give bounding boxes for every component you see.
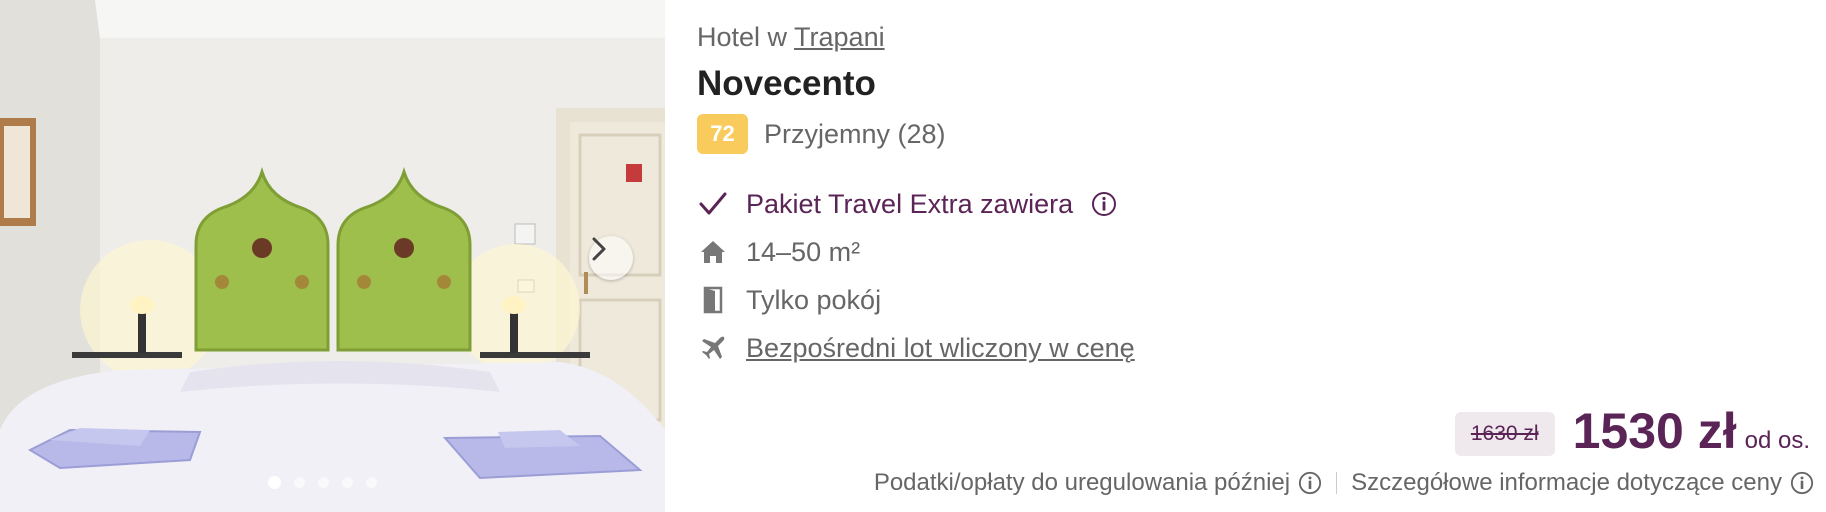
feature-room-size: 14–50 m² <box>697 228 1135 276</box>
pagination-dot[interactable] <box>268 476 281 489</box>
old-price: 1630 zł <box>1454 412 1555 456</box>
pagination-dot[interactable] <box>366 477 377 488</box>
price-per-person: od os. <box>1744 427 1810 454</box>
feature-room-only: Tylko pokój <box>697 276 1135 324</box>
hotel-photo[interactable] <box>0 0 665 512</box>
hotel-info: Hotel w Trapani Novecento 72 Przyjemny (… <box>697 0 1826 512</box>
flight-included-link[interactable]: Bezpośredni lot wliczony w cenę <box>746 333 1135 364</box>
rating-score-badge: 72 <box>697 114 748 154</box>
feature-room-size-label: 14–50 m² <box>746 236 861 267</box>
hotel-location: Hotel w Trapani <box>697 22 885 53</box>
chevron-right-icon <box>592 237 606 261</box>
price-row: 1630 zł 1530 zł od os. <box>1454 402 1810 464</box>
taxes-info-icon[interactable] <box>1298 471 1322 495</box>
rating: 72 Przyjemny (28) <box>697 114 946 154</box>
feature-flight: Bezpośredni lot wliczony w cenę <box>697 324 1135 372</box>
room-image <box>0 0 665 512</box>
current-price: 1530 zł <box>1572 403 1737 459</box>
price-details-info-icon[interactable] <box>1790 471 1814 495</box>
photo-pagination <box>268 476 377 489</box>
plane-icon <box>697 332 729 364</box>
divider <box>1336 472 1338 494</box>
taxes-note: Podatki/opłaty do uregulowania później <box>873 469 1291 496</box>
pagination-dot[interactable] <box>318 477 329 488</box>
feature-travel-extra-label: Pakiet Travel Extra zawiera <box>746 188 1074 219</box>
feature-travel-extra: Pakiet Travel Extra zawiera <box>697 180 1135 228</box>
location-prefix: Hotel w <box>697 22 788 52</box>
city-link[interactable]: Trapani <box>794 22 885 52</box>
price-details-link[interactable]: Szczegółowe informacje dotyczące ceny <box>1351 469 1782 497</box>
feature-list: Pakiet Travel Extra zawiera 14–50 m² Tyl… <box>697 180 1135 372</box>
pagination-dot[interactable] <box>294 477 305 488</box>
check-icon <box>697 188 729 220</box>
rating-label: Przyjemny (28) <box>764 118 946 149</box>
house-icon <box>697 236 729 268</box>
feature-room-only-label: Tylko pokój <box>746 284 882 315</box>
hotel-card[interactable]: Hotel w Trapani Novecento 72 Przyjemny (… <box>0 0 1826 512</box>
next-photo-button[interactable] <box>589 236 633 280</box>
door-icon <box>697 284 729 316</box>
hotel-name[interactable]: Novecento <box>697 64 876 104</box>
info-icon[interactable] <box>1091 191 1117 217</box>
fees-row: Podatki/opłaty do uregulowania później S… <box>874 469 1814 497</box>
pagination-dot[interactable] <box>342 477 353 488</box>
